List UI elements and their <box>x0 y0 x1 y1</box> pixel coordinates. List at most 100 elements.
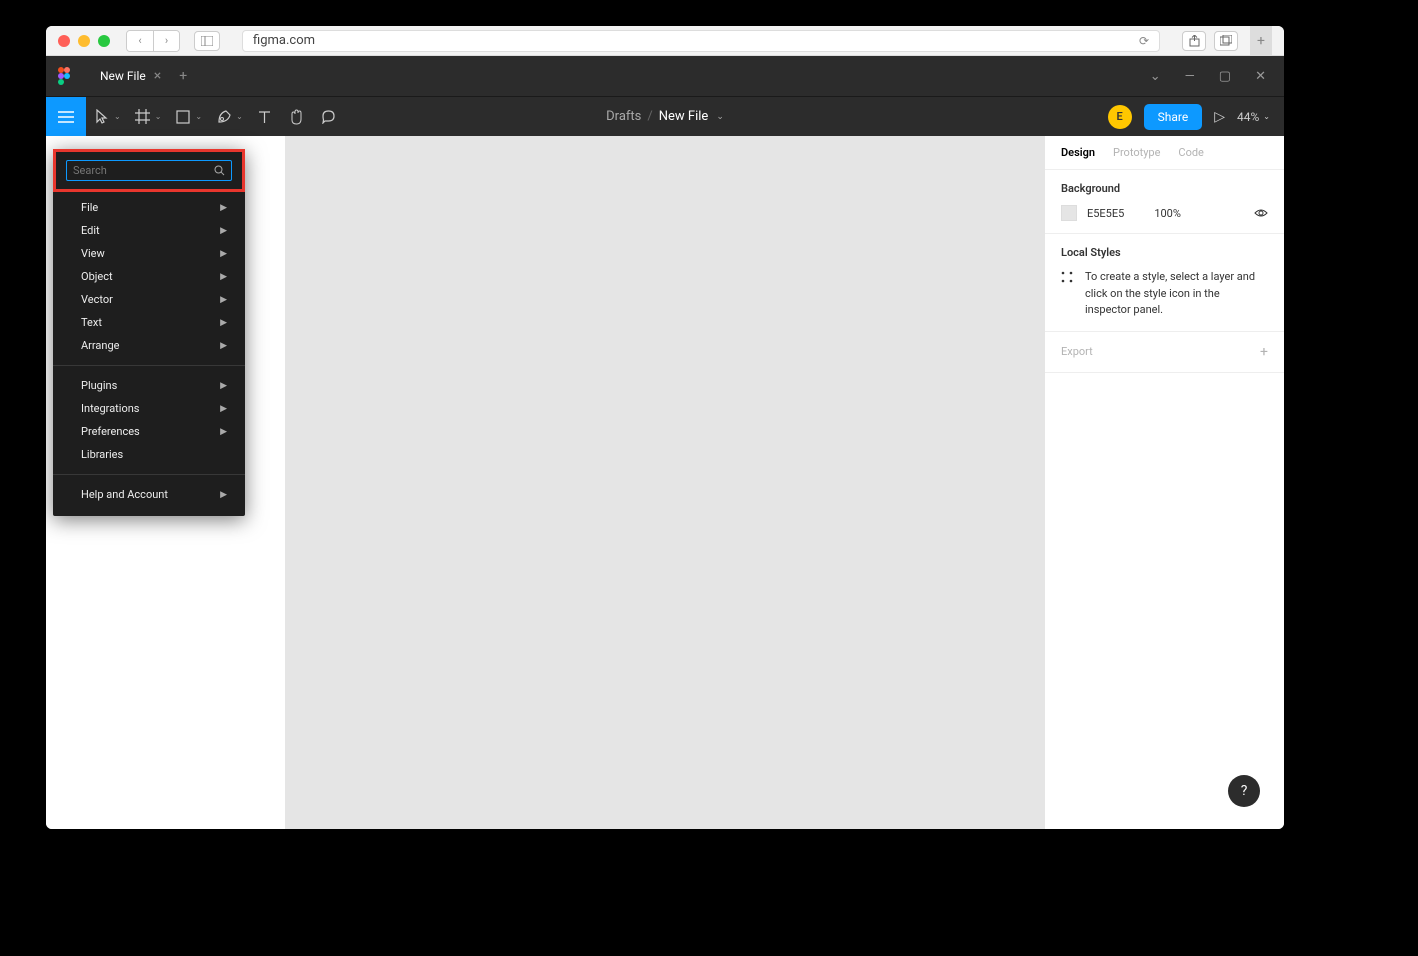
chevron-down-icon: ⌄ <box>1263 112 1270 121</box>
bg-hex-value[interactable]: E5E5E5 <box>1087 207 1124 220</box>
tab-prototype[interactable]: Prototype <box>1113 146 1160 159</box>
styles-hint: To create a style, select a layer and cl… <box>1061 269 1268 319</box>
tab-close-icon[interactable]: × <box>154 69 161 83</box>
color-swatch[interactable] <box>1061 205 1077 221</box>
url-text: figma.com <box>253 33 315 48</box>
menu-item-plugins[interactable]: Plugins ▶ <box>53 374 245 397</box>
submenu-arrow-icon: ▶ <box>220 203 227 213</box>
tab-design[interactable]: Design <box>1061 146 1095 159</box>
canvas[interactable] <box>286 136 1044 829</box>
share-button[interactable]: Share <box>1144 104 1203 130</box>
search-icon <box>214 165 225 176</box>
menu-item-label: Vector <box>81 293 113 306</box>
menu-separator <box>53 365 245 366</box>
background-section: Background E5E5E5 100% <box>1045 170 1284 234</box>
tab-code[interactable]: Code <box>1178 146 1203 159</box>
submenu-arrow-icon: ▶ <box>220 341 227 351</box>
menu-item-help-and-account[interactable]: Help and Account▶ <box>53 483 245 506</box>
submenu-arrow-icon: ▶ <box>220 295 227 305</box>
menu-search-box[interactable] <box>66 160 232 181</box>
local-styles-section: Local Styles To create a style, select a… <box>1045 234 1284 332</box>
menu-item-arrange[interactable]: Arrange▶ <box>53 334 245 357</box>
tab-add-button[interactable]: + <box>179 68 187 84</box>
minimize-icon[interactable]: — <box>1185 69 1195 84</box>
tabs-icon[interactable] <box>1214 31 1238 51</box>
share-icon[interactable] <box>1182 31 1206 51</box>
maximize-icon[interactable]: ▢ <box>1219 69 1231 84</box>
text-tool-icon[interactable] <box>249 97 281 137</box>
panel-tabs: Design Prototype Code <box>1045 136 1284 170</box>
export-section: Export + <box>1045 332 1284 373</box>
submenu-arrow-icon: ▶ <box>220 427 227 437</box>
pen-tool-icon[interactable] <box>208 97 240 137</box>
chevron-down-icon[interactable]: ⌄ <box>1150 69 1161 84</box>
breadcrumb-parent[interactable]: Drafts <box>606 109 641 124</box>
submenu-arrow-icon: ▶ <box>220 272 227 282</box>
hand-tool-icon[interactable] <box>281 97 313 137</box>
maximize-window-icon[interactable] <box>98 35 110 47</box>
figma-logo-icon[interactable] <box>54 66 74 86</box>
menu-item-vector[interactable]: Vector ▶ <box>53 288 245 311</box>
menu-item-edit[interactable]: Edit▶ <box>53 219 245 242</box>
browser-window: ‹ › figma.com ⟳ + New File <box>46 26 1284 829</box>
window-controls: ⌄ — ▢ ✕ <box>1150 69 1276 84</box>
menu-item-label: Integrations <box>81 402 139 415</box>
submenu-arrow-icon: ▶ <box>220 381 227 391</box>
address-bar[interactable]: figma.com ⟳ <box>242 30 1160 52</box>
menu-item-text[interactable]: Text▶ <box>53 311 245 334</box>
help-button[interactable]: ? <box>1228 775 1260 807</box>
menu-item-label: Plugins <box>81 379 117 392</box>
main-menu-button[interactable] <box>46 97 86 137</box>
menu-item-label: Libraries <box>81 448 123 461</box>
close-window-icon[interactable] <box>58 35 70 47</box>
export-label: Export <box>1061 345 1093 358</box>
chevron-down-icon[interactable]: ⌄ <box>716 112 724 122</box>
reload-icon[interactable]: ⟳ <box>1139 34 1149 48</box>
menu-item-preferences[interactable]: Preferences ▶ <box>53 420 245 443</box>
sidebar-toggle-icon[interactable] <box>194 31 220 51</box>
breadcrumb-separator: / <box>647 109 652 124</box>
present-icon[interactable]: ▷ <box>1214 109 1225 125</box>
new-tab-button[interactable]: + <box>1250 26 1272 56</box>
search-highlight-box <box>53 149 245 192</box>
menu-search-input[interactable] <box>73 164 214 177</box>
tools: ⌄ ⌄ ⌄ ⌄ <box>86 97 345 137</box>
close-icon[interactable]: ✕ <box>1255 69 1266 84</box>
styles-grid-icon <box>1061 271 1073 283</box>
forward-button[interactable]: › <box>153 31 179 51</box>
comment-tool-icon[interactable] <box>313 97 345 137</box>
menu-item-file[interactable]: File▶ <box>53 196 245 219</box>
visibility-icon[interactable] <box>1254 208 1268 218</box>
menu-item-libraries[interactable]: Libraries <box>53 443 245 466</box>
frame-tool-icon[interactable] <box>127 97 159 137</box>
breadcrumb: Drafts / New File ⌄ <box>606 109 724 124</box>
shape-tool-icon[interactable] <box>167 97 199 137</box>
menu-item-object[interactable]: Object▶ <box>53 265 245 288</box>
toolbar: ⌄ ⌄ ⌄ ⌄ Drafts / New File ⌄ E Share ▷ <box>46 96 1284 136</box>
main-menu-dropdown: File▶Edit▶View▶Object▶Vector▶Text▶Arrang… <box>53 149 245 516</box>
bg-opacity-value[interactable]: 100% <box>1154 207 1181 220</box>
zoom-level[interactable]: 44% ⌄ <box>1237 110 1270 124</box>
titlebar: New File × + ⌄ — ▢ ✕ <box>46 56 1284 96</box>
submenu-arrow-icon: ▶ <box>220 318 227 328</box>
menu-item-label: View <box>81 247 105 260</box>
toolbar-right: E Share ▷ 44% ⌄ <box>1108 104 1284 130</box>
back-button[interactable]: ‹ <box>127 31 153 51</box>
add-export-button[interactable]: + <box>1260 344 1268 360</box>
background-label: Background <box>1061 182 1268 195</box>
traffic-lights <box>58 35 110 47</box>
menu-item-integrations[interactable]: Integrations▶ <box>53 397 245 420</box>
menu-separator <box>53 474 245 475</box>
submenu-arrow-icon: ▶ <box>220 249 227 259</box>
breadcrumb-current[interactable]: New File <box>659 109 709 124</box>
zoom-value: 44% <box>1237 110 1259 124</box>
styles-hint-text: To create a style, select a layer and cl… <box>1085 269 1268 319</box>
minimize-window-icon[interactable] <box>78 35 90 47</box>
menu-item-view[interactable]: View ▶ <box>53 242 245 265</box>
right-panel: Design Prototype Code Background E5E5E5 … <box>1044 136 1284 829</box>
menu-item-label: Preferences <box>81 425 140 438</box>
tab-new-file[interactable]: New File × <box>88 56 173 96</box>
browser-chrome: ‹ › figma.com ⟳ + <box>46 26 1284 56</box>
move-tool-icon[interactable] <box>86 97 118 137</box>
avatar[interactable]: E <box>1108 105 1132 129</box>
